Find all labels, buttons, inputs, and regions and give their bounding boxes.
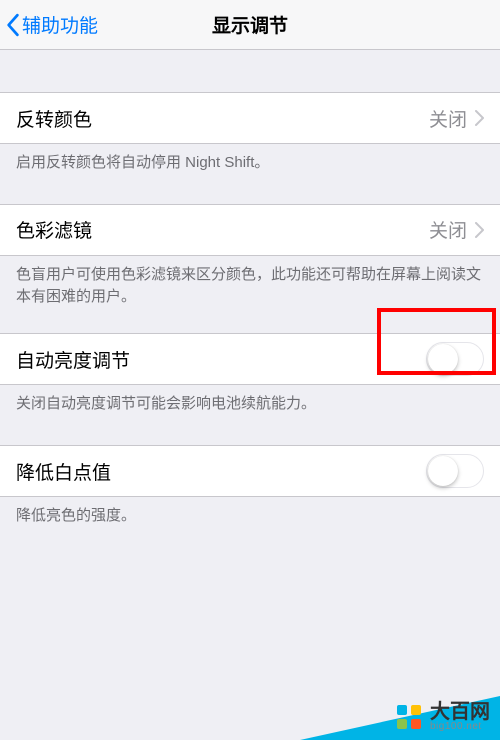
logo-icon (394, 702, 424, 732)
row-color-filter[interactable]: 色彩滤镜 关闭 (0, 204, 500, 256)
cell-right: 关闭 (429, 216, 484, 243)
watermark: 大百网 big100.net (394, 702, 490, 732)
cell-value: 关闭 (429, 216, 467, 243)
footer-filter: 色盲用户可使用色彩滤镜来区分颜色，此功能还可帮助在屏幕上阅读文本有困难的用户。 (0, 256, 500, 308)
reduce-white-switch[interactable] (426, 454, 484, 488)
cell-value: 关闭 (429, 105, 467, 132)
row-auto-brightness: 自动亮度调节 (0, 333, 500, 385)
footer-reduce-white: 降低亮色的强度。 (0, 497, 500, 527)
chevron-left-icon (6, 13, 20, 37)
switch-knob (428, 456, 458, 486)
back-button[interactable]: 辅助功能 (0, 11, 98, 38)
watermark-name: 大百网 (430, 702, 490, 722)
watermark-domain: big100.net (430, 722, 490, 732)
spacer (0, 415, 500, 445)
back-label: 辅助功能 (22, 11, 98, 38)
navbar: 辅助功能 显示调节 (0, 0, 500, 50)
spacer (0, 50, 500, 92)
footer-auto-brightness: 关闭自动亮度调节可能会影响电池续航能力。 (0, 385, 500, 415)
row-reduce-white-point: 降低白点值 (0, 445, 500, 497)
auto-brightness-switch[interactable] (426, 342, 484, 376)
spacer (0, 174, 500, 204)
page-title: 显示调节 (212, 11, 288, 38)
footer-invert: 启用反转颜色将自动停用 Night Shift。 (0, 144, 500, 174)
watermark-text: 大百网 big100.net (430, 702, 490, 732)
chevron-right-icon (475, 110, 484, 126)
switch-knob (428, 344, 458, 374)
row-invert-colors[interactable]: 反转颜色 关闭 (0, 92, 500, 144)
cell-label: 降低白点值 (16, 458, 111, 485)
chevron-right-icon (475, 222, 484, 238)
cell-label: 反转颜色 (16, 105, 92, 132)
cell-label: 色彩滤镜 (16, 216, 92, 243)
spacer (0, 307, 500, 333)
cell-label: 自动亮度调节 (16, 346, 130, 373)
cell-right: 关闭 (429, 105, 484, 132)
